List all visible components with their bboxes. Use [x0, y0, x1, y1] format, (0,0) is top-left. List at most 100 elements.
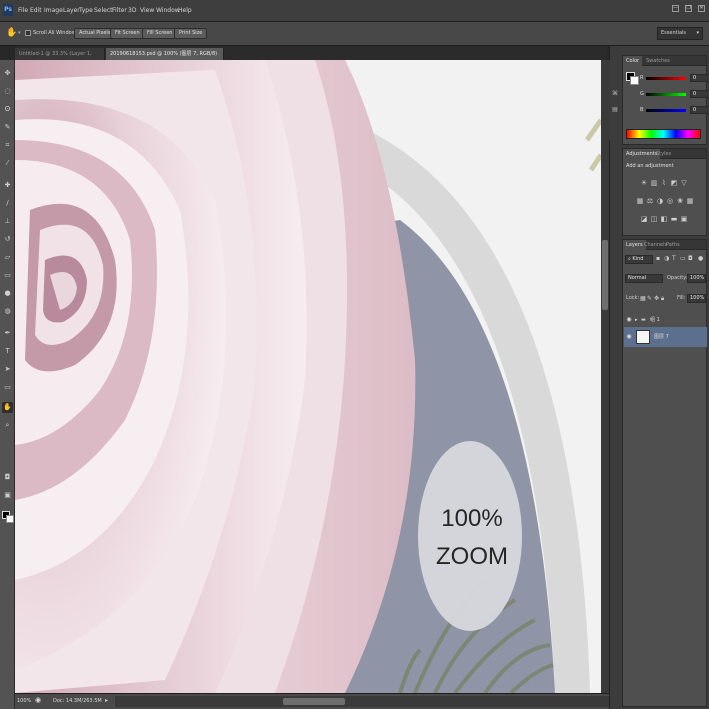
- history-panel-icon[interactable]: ⌘: [611, 90, 619, 98]
- levels-icon[interactable]: ▥: [650, 179, 658, 187]
- tab-paths[interactable]: Paths: [663, 240, 683, 250]
- tab-color[interactable]: Color: [623, 56, 643, 66]
- hand-tool-preset-icon[interactable]: ✋: [6, 28, 17, 38]
- eraser-icon[interactable]: ▱: [2, 252, 13, 263]
- blur-icon[interactable]: ●: [2, 288, 13, 299]
- filter-pixel-icon[interactable]: ▪: [656, 255, 660, 262]
- menu-help[interactable]: Help: [178, 7, 192, 14]
- opacity-field[interactable]: 100%: [687, 274, 706, 283]
- path-select-icon[interactable]: ➤: [2, 364, 13, 375]
- exposure-icon[interactable]: ◩: [670, 179, 678, 187]
- close-icon[interactable]: ✕: [698, 5, 705, 12]
- filter-type-icon[interactable]: T: [672, 255, 676, 262]
- layer-row-selected[interactable]: ◉ 图层 7: [624, 327, 707, 347]
- menu-file[interactable]: File: [18, 7, 28, 14]
- zoom-level-field[interactable]: 100%: [17, 697, 31, 706]
- menu-select[interactable]: Select: [94, 7, 113, 14]
- menu-type[interactable]: Type: [79, 7, 93, 14]
- color-balance-icon[interactable]: ⚖: [646, 197, 654, 205]
- visibility-eye-icon[interactable]: ◉: [626, 327, 632, 347]
- vertical-scroll-thumb[interactable]: [602, 240, 608, 310]
- brush-icon[interactable]: ∕: [2, 198, 13, 209]
- filter-adjustment-icon[interactable]: ◑: [664, 255, 669, 262]
- history-brush-icon[interactable]: ↺: [2, 234, 13, 245]
- zoom-icon[interactable]: ⌕: [2, 420, 13, 431]
- vertical-scrollbar[interactable]: [601, 60, 609, 693]
- status-menu-arrow-icon[interactable]: ▸: [105, 697, 108, 704]
- red-slider[interactable]: [646, 77, 686, 80]
- photo-filter-icon[interactable]: ◎: [666, 197, 674, 205]
- filter-toggle-icon[interactable]: ●: [698, 255, 703, 262]
- visibility-eye-icon[interactable]: ◉: [626, 314, 632, 326]
- filter-shape-icon[interactable]: ▭: [680, 255, 686, 262]
- fill-field[interactable]: 100%: [687, 294, 706, 303]
- color-spectrum-ramp[interactable]: [626, 129, 701, 139]
- menu-edit[interactable]: Edit: [30, 7, 42, 14]
- selective-color-icon[interactable]: ▣: [680, 215, 688, 223]
- eyedropper-icon[interactable]: ⁄: [2, 158, 13, 169]
- curves-icon[interactable]: ⌇: [660, 179, 668, 187]
- tab-active-document[interactable]: 20190618153.psd @ 100% (图层 7, RGB/8): [106, 48, 224, 60]
- lock-transparency-icon[interactable]: ▦: [640, 295, 646, 302]
- channel-mixer-icon[interactable]: ❀: [676, 197, 684, 205]
- disclosure-arrow-icon[interactable]: ▸: [635, 314, 638, 326]
- filter-smart-object-icon[interactable]: ◘: [688, 255, 693, 262]
- menu-window[interactable]: Window: [156, 7, 180, 14]
- fill-screen-button[interactable]: Fill Screen: [142, 28, 178, 39]
- posterize-icon[interactable]: ◫: [650, 215, 658, 223]
- quick-mask-icon[interactable]: ◘: [2, 472, 13, 483]
- type-icon[interactable]: T: [2, 346, 13, 357]
- screen-mode-icon[interactable]: ▣: [2, 490, 13, 501]
- menu-image[interactable]: Image: [44, 7, 63, 14]
- lock-all-icon[interactable]: 🔒︎: [661, 295, 664, 303]
- crop-icon[interactable]: ⌗: [2, 140, 13, 151]
- blue-value-field[interactable]: 0: [690, 106, 709, 114]
- horizontal-scroll-thumb[interactable]: [283, 698, 345, 705]
- color-lookup-icon[interactable]: ▦: [686, 197, 694, 205]
- green-slider[interactable]: [646, 93, 686, 96]
- black-white-icon[interactable]: ◑: [656, 197, 664, 205]
- tab-styles[interactable]: Styles: [653, 149, 674, 159]
- workspace-select[interactable]: Essentials ▾: [657, 27, 703, 40]
- quick-select-icon[interactable]: ✎: [2, 122, 13, 133]
- vibrance-icon[interactable]: ▽: [680, 179, 688, 187]
- menu-3d[interactable]: 3D: [128, 7, 136, 14]
- fit-screen-button[interactable]: Fit Screen: [110, 28, 145, 39]
- menu-layer[interactable]: Layer: [63, 7, 80, 14]
- marquee-icon[interactable]: ◌: [2, 86, 13, 97]
- lock-image-icon[interactable]: ✎: [647, 295, 652, 302]
- lasso-icon[interactable]: ʘ: [2, 104, 13, 115]
- preset-dropdown-icon[interactable]: ▾: [18, 30, 21, 36]
- healing-icon[interactable]: ✚: [2, 180, 13, 191]
- brightness-contrast-icon[interactable]: ☀: [640, 179, 648, 187]
- hand-icon[interactable]: ✋: [2, 402, 13, 413]
- layer-row-group[interactable]: ◉ ▸ ▬ 组 1: [624, 314, 707, 326]
- lock-position-icon[interactable]: ✥: [654, 295, 659, 302]
- red-value-field[interactable]: 0: [690, 74, 709, 82]
- pen-icon[interactable]: ✒: [2, 328, 13, 339]
- horizontal-scrollbar[interactable]: [115, 696, 609, 707]
- document-canvas[interactable]: 100% ZOOM: [15, 60, 601, 693]
- move-icon[interactable]: ✥: [2, 68, 13, 79]
- color-bg-swatch[interactable]: [630, 76, 639, 85]
- layer-filter-kind-select[interactable]: ⌕ Kind: [625, 255, 653, 264]
- menu-view[interactable]: View: [140, 7, 154, 14]
- background-color-swatch[interactable]: [6, 515, 14, 523]
- tab-swatches[interactable]: Swatches: [643, 56, 673, 66]
- invert-icon[interactable]: ◪: [640, 215, 648, 223]
- blue-slider[interactable]: [646, 109, 686, 112]
- blend-mode-select[interactable]: Normal: [625, 274, 663, 283]
- properties-panel-icon[interactable]: ▤: [611, 106, 619, 114]
- print-size-button[interactable]: Print Size: [174, 28, 208, 39]
- restore-icon[interactable]: ❐: [685, 5, 693, 12]
- gradient-icon[interactable]: ▭: [2, 270, 13, 281]
- menu-filter[interactable]: Filter: [112, 7, 127, 14]
- scroll-all-checkbox[interactable]: [25, 30, 31, 36]
- hue-saturation-icon[interactable]: ▦: [636, 197, 644, 205]
- green-value-field[interactable]: 0: [690, 90, 709, 98]
- dodge-icon[interactable]: ◍: [2, 306, 13, 317]
- minimize-icon[interactable]: —: [672, 5, 680, 12]
- status-info-icon[interactable]: ◉: [35, 696, 41, 704]
- stamp-icon[interactable]: ⊥: [2, 216, 13, 227]
- gradient-map-icon[interactable]: ▬: [670, 215, 678, 223]
